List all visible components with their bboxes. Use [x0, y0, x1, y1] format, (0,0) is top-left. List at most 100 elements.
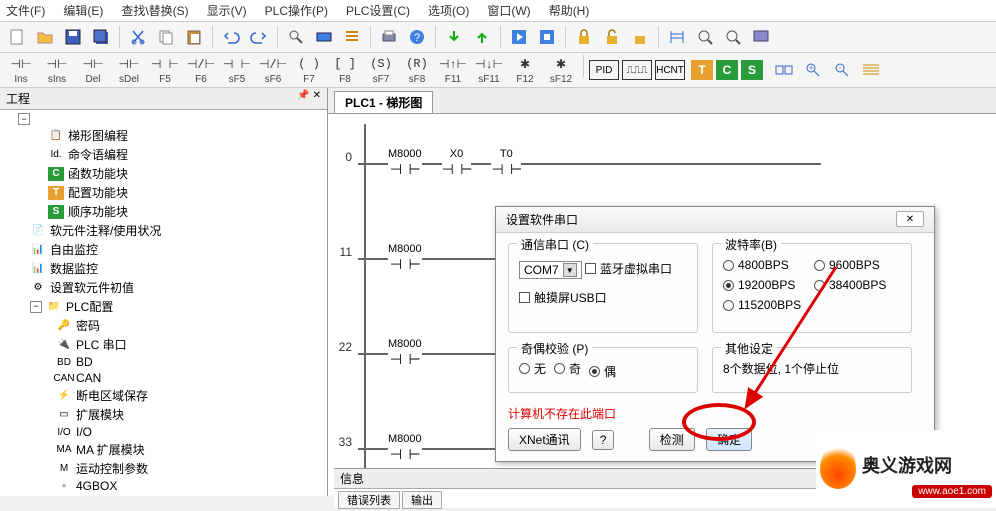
ladder-btn-F5[interactable]: ⊣ ⊢F5 [148, 55, 182, 85]
ladder-btn-Del[interactable]: ⊣⊢Del [76, 55, 110, 85]
ladder-btn-sF7[interactable]: (S)sF7 [364, 55, 398, 85]
cut-icon[interactable] [125, 24, 151, 50]
tree-item[interactable]: ▭扩展模块 [56, 405, 327, 424]
tree-item[interactable]: ⚙设置软元件初值 [30, 278, 327, 297]
xnet-button[interactable]: XNet通讯 [508, 428, 581, 451]
pin-icon[interactable]: 📌 ✕ [297, 90, 321, 107]
parity-radio[interactable]: 无 [519, 360, 546, 377]
pid-btn[interactable]: HCNT [655, 60, 685, 80]
open-icon[interactable] [32, 24, 58, 50]
ladder-contact[interactable]: M8000⊣ ⊢ [388, 243, 422, 274]
tree-item[interactable]: C函数功能块 [48, 164, 327, 183]
tree-item[interactable]: BDBD [56, 354, 327, 370]
ladder-btn-F7[interactable]: ( )F7 [292, 55, 326, 85]
com-port-combo[interactable]: COM7▼ [519, 261, 582, 279]
usb-checkbox[interactable]: 触摸屏USB口 [519, 289, 607, 306]
tree-item[interactable]: Id.命令语编程 [48, 145, 327, 164]
link-icon[interactable] [771, 57, 797, 83]
menu-plc-op[interactable]: PLC操作(P) [265, 2, 328, 19]
tree-item[interactable]: T配置功能块 [48, 183, 327, 202]
ladder-btn-F8[interactable]: [ ]F8 [328, 55, 362, 85]
ladder-btn-F11[interactable]: ⊣↑⊢F11 [436, 55, 470, 85]
ladder-btn-sIns[interactable]: ⊣⊢sIns [40, 55, 74, 85]
close-icon[interactable]: ✕ [896, 211, 924, 227]
zoom-out-icon[interactable] [720, 24, 746, 50]
tree-item[interactable]: M运动控制参数 [56, 459, 327, 478]
baud-radio[interactable]: 4800BPS [723, 258, 802, 272]
ladder-btn-sDel[interactable]: ⊣⊢sDel [112, 55, 146, 85]
menu-search[interactable]: 查找\替换(S) [121, 2, 188, 19]
ladder-btn-Ins[interactable]: ⊣⊢Ins [4, 55, 38, 85]
ladder-contact[interactable]: T0⊣ ⊢ [491, 148, 521, 179]
project-tree[interactable]: − 📋梯形图编程Id.命令语编程C函数功能块T配置功能块S顺序功能块 📄软元件注… [0, 110, 327, 496]
ladder-btn-sF5[interactable]: ⊣ ⊢sF5 [220, 55, 254, 85]
chevron-down-icon[interactable]: ▼ [563, 263, 577, 277]
bluetooth-checkbox[interactable]: 蓝牙虚拟串口 [585, 260, 672, 277]
help-icon[interactable]: ? [404, 24, 430, 50]
ladder-contact[interactable]: M8000⊣ ⊢ [388, 148, 422, 179]
tree-item[interactable]: 📋梯形图编程 [48, 126, 327, 145]
ladder-btn-F12[interactable]: ✱F12 [508, 55, 542, 85]
config-icon[interactable] [311, 24, 337, 50]
tree-item[interactable]: 📊自由监控 [30, 240, 327, 259]
find-icon[interactable] [283, 24, 309, 50]
menu-options[interactable]: 选项(O) [428, 2, 469, 19]
info-tab-errors[interactable]: 错误列表 [338, 491, 400, 509]
ladder-btn-sF8[interactable]: (R)sF8 [400, 55, 434, 85]
zoom-plus-icon[interactable]: + [800, 57, 826, 83]
ladder-contact[interactable]: X0⊣ ⊢ [442, 148, 472, 179]
download-icon[interactable] [441, 24, 467, 50]
menu-view[interactable]: 显示(V) [207, 2, 247, 19]
color-btn[interactable]: S [741, 60, 763, 80]
new-icon[interactable] [4, 24, 30, 50]
tree-item[interactable]: S顺序功能块 [48, 202, 327, 221]
menu-help[interactable]: 帮助(H) [549, 2, 590, 19]
zoom-in-icon[interactable] [692, 24, 718, 50]
info-tab-output[interactable]: 输出 [402, 491, 442, 509]
print-icon[interactable] [376, 24, 402, 50]
menu-edit[interactable]: 编辑(E) [63, 2, 103, 19]
save-all-icon[interactable] [88, 24, 114, 50]
ladder-view-icon[interactable] [664, 24, 690, 50]
zoom-minus-icon[interactable]: - [829, 57, 855, 83]
lock-icon[interactable] [571, 24, 597, 50]
menu-plc-set[interactable]: PLC设置(C) [346, 2, 410, 19]
save-icon[interactable] [60, 24, 86, 50]
run-icon[interactable] [506, 24, 532, 50]
tree-item[interactable]: PLC配置 [66, 298, 113, 315]
tree-item[interactable]: ▫WBOX [56, 494, 327, 496]
baud-radio[interactable]: 115200BPS [723, 298, 802, 312]
undo-icon[interactable] [218, 24, 244, 50]
tree-item[interactable]: ⚡断电区域保存 [56, 386, 327, 405]
collapse-icon[interactable]: − [30, 301, 42, 313]
tree-item[interactable]: 🔌PLC 串口 [56, 335, 327, 354]
monitor-icon[interactable] [748, 24, 774, 50]
ladder-contact[interactable]: M8000⊣ ⊢ [388, 338, 422, 369]
lines-icon[interactable] [858, 57, 884, 83]
menu-file[interactable]: 文件(F) [6, 2, 45, 19]
baud-radio[interactable]: 19200BPS [723, 278, 802, 292]
unlock-icon[interactable] [599, 24, 625, 50]
pid-btn[interactable]: PID [589, 60, 619, 80]
collapse-icon[interactable]: − [18, 113, 30, 125]
lock2-icon[interactable] [627, 24, 653, 50]
parity-radio[interactable]: 奇 [554, 360, 581, 377]
tree-item[interactable]: ▫4GBOX [56, 478, 327, 494]
ladder-btn-F6[interactable]: ⊣/⊢F6 [184, 55, 218, 85]
parity-radio[interactable]: 偶 [589, 363, 616, 380]
paste-icon[interactable] [181, 24, 207, 50]
ladder-btn-sF12[interactable]: ✱sF12 [544, 55, 578, 85]
pid-btn[interactable]: ⎍⎍⎍ [622, 60, 652, 80]
tree-item[interactable]: MAMA 扩展模块 [56, 440, 327, 459]
tree-item[interactable]: 🔑密码 [56, 316, 327, 335]
upload-icon[interactable] [469, 24, 495, 50]
redo-icon[interactable] [246, 24, 272, 50]
color-btn[interactable]: C [716, 60, 738, 80]
baud-radio[interactable]: 9600BPS [814, 258, 893, 272]
color-btn[interactable]: T [691, 60, 713, 80]
baud-radio[interactable]: 38400BPS [814, 278, 893, 292]
list-icon[interactable] [339, 24, 365, 50]
menu-window[interactable]: 窗口(W) [487, 2, 530, 19]
editor-tab[interactable]: PLC1 - 梯形图 [334, 91, 433, 113]
tree-item[interactable]: 📊数据监控 [30, 259, 327, 278]
